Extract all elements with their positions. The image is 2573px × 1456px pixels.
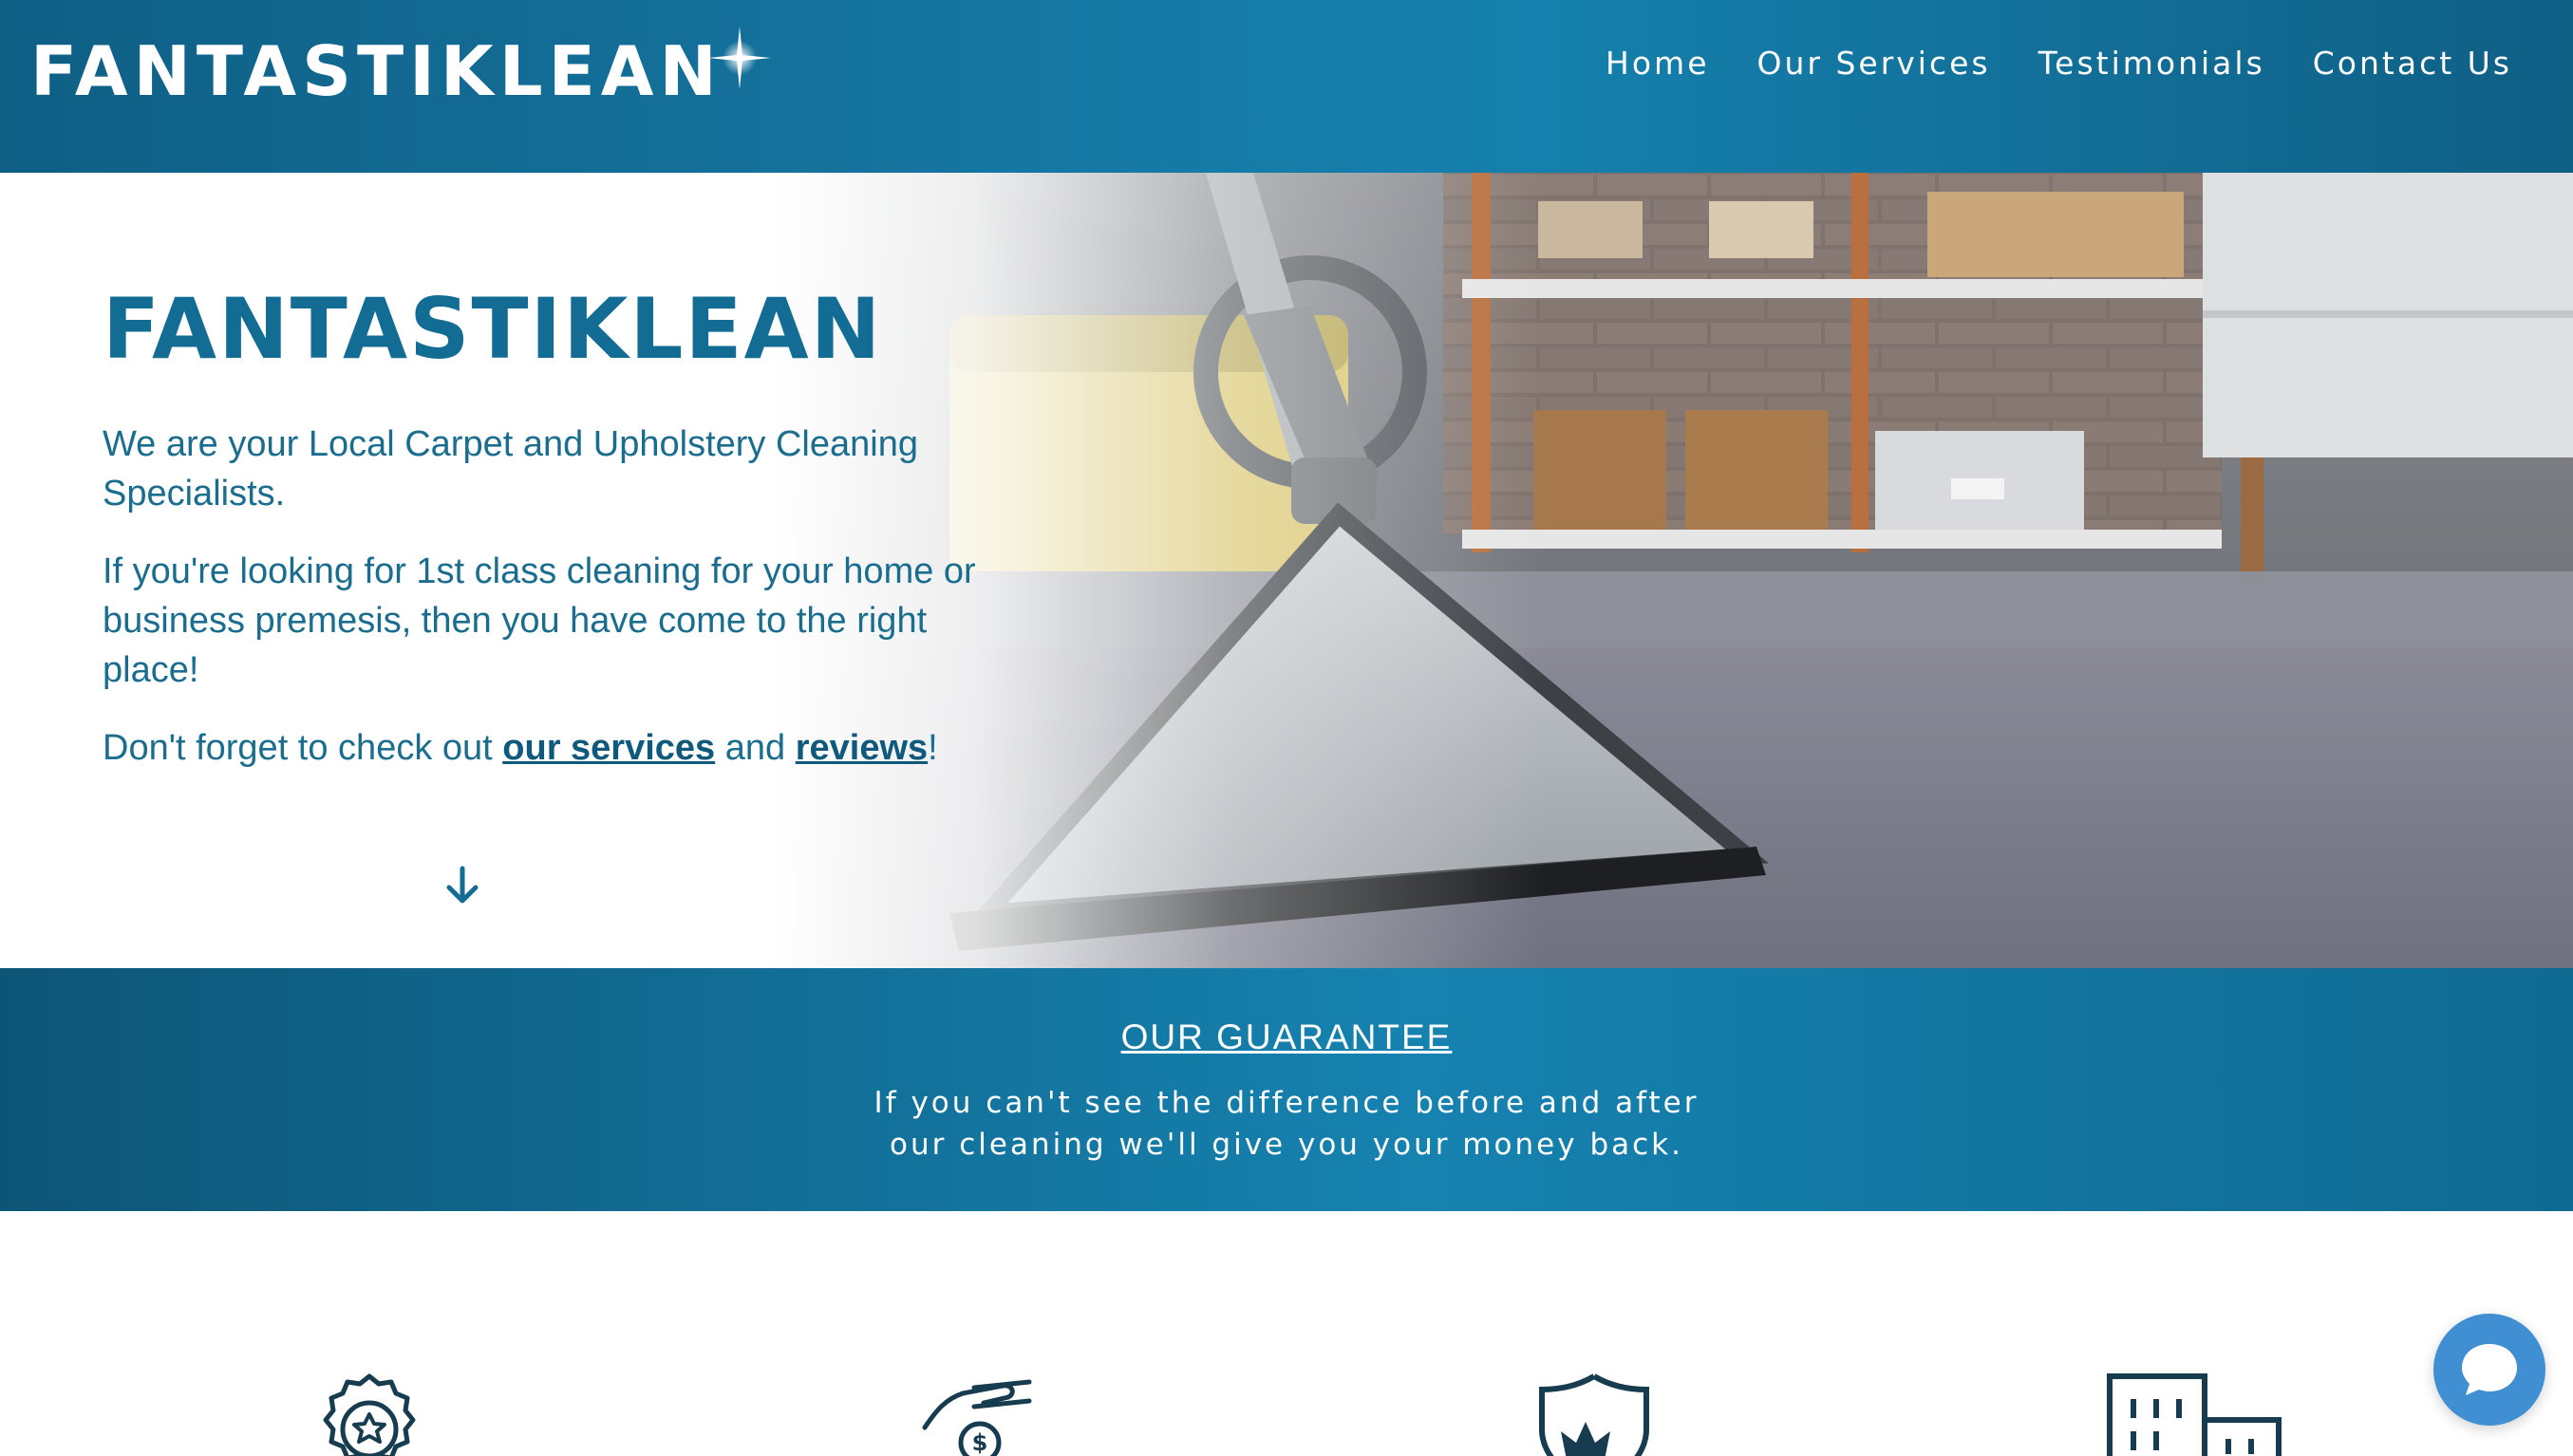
guarantee-line-1: If you can't see the difference before a…: [873, 1086, 1700, 1120]
award-badge-icon: [323, 1373, 416, 1456]
chat-bubble-icon: [2462, 1344, 2517, 1395]
logo[interactable]: FANTASTIKLEAN: [30, 27, 771, 114]
guarantee-title[interactable]: OUR GUARANTEE: [0, 1014, 2573, 1061]
cta-suffix: !: [928, 728, 938, 768]
chat-widget-button[interactable]: [2433, 1314, 2545, 1426]
guarantee-text: If you can't see the difference before a…: [0, 1082, 2573, 1166]
building-icon: [2107, 1373, 2282, 1456]
sparkle-icon: [708, 27, 771, 89]
reviews-link[interactable]: reviews: [796, 728, 928, 768]
arrow-down-icon[interactable]: [440, 863, 485, 908]
nav-home[interactable]: Home: [1606, 38, 1709, 89]
guarantee-banner: OUR GUARANTEE If you can't see the diffe…: [0, 968, 2573, 1211]
nav-contact-us[interactable]: Contact Us: [2313, 38, 2512, 89]
hero-title: FANTASTIKLEAN: [103, 280, 883, 378]
nav-testimonials[interactable]: Testimonials: [2038, 38, 2265, 89]
hero-intro-text: We are your Local Carpet and Upholstery …: [103, 424, 918, 513]
guarantee-line-2: our cleaning we'll give you your money b…: [890, 1128, 1683, 1162]
svg-text:$: $: [972, 1429, 988, 1456]
logo-text: FANTASTIKLEAN: [30, 31, 723, 111]
main-nav: Home Our Services Testimonials Contact U…: [1606, 38, 2512, 89]
features-section: $: [0, 1211, 2573, 1456]
our-services-link[interactable]: our services: [502, 728, 715, 768]
hero-cta-text: Don't forget to check out our services a…: [103, 723, 995, 773]
hand-money-icon: $: [922, 1379, 1032, 1456]
hero-description-text: If you're looking for 1st class cleaning…: [103, 551, 976, 690]
hero-section: FANTASTIKLEAN We are your Local Carpet a…: [0, 173, 2573, 968]
cta-prefix: Don't forget to check out: [103, 728, 503, 768]
site-header: FANTASTIKLEAN Home Our Services Testimon…: [0, 0, 2573, 173]
shield-crown-icon: [1539, 1373, 1649, 1456]
hero-content: FANTASTIKLEAN We are your Local Carpet a…: [103, 277, 995, 801]
cta-middle: and: [715, 728, 796, 768]
nav-our-services[interactable]: Our Services: [1757, 38, 1991, 89]
